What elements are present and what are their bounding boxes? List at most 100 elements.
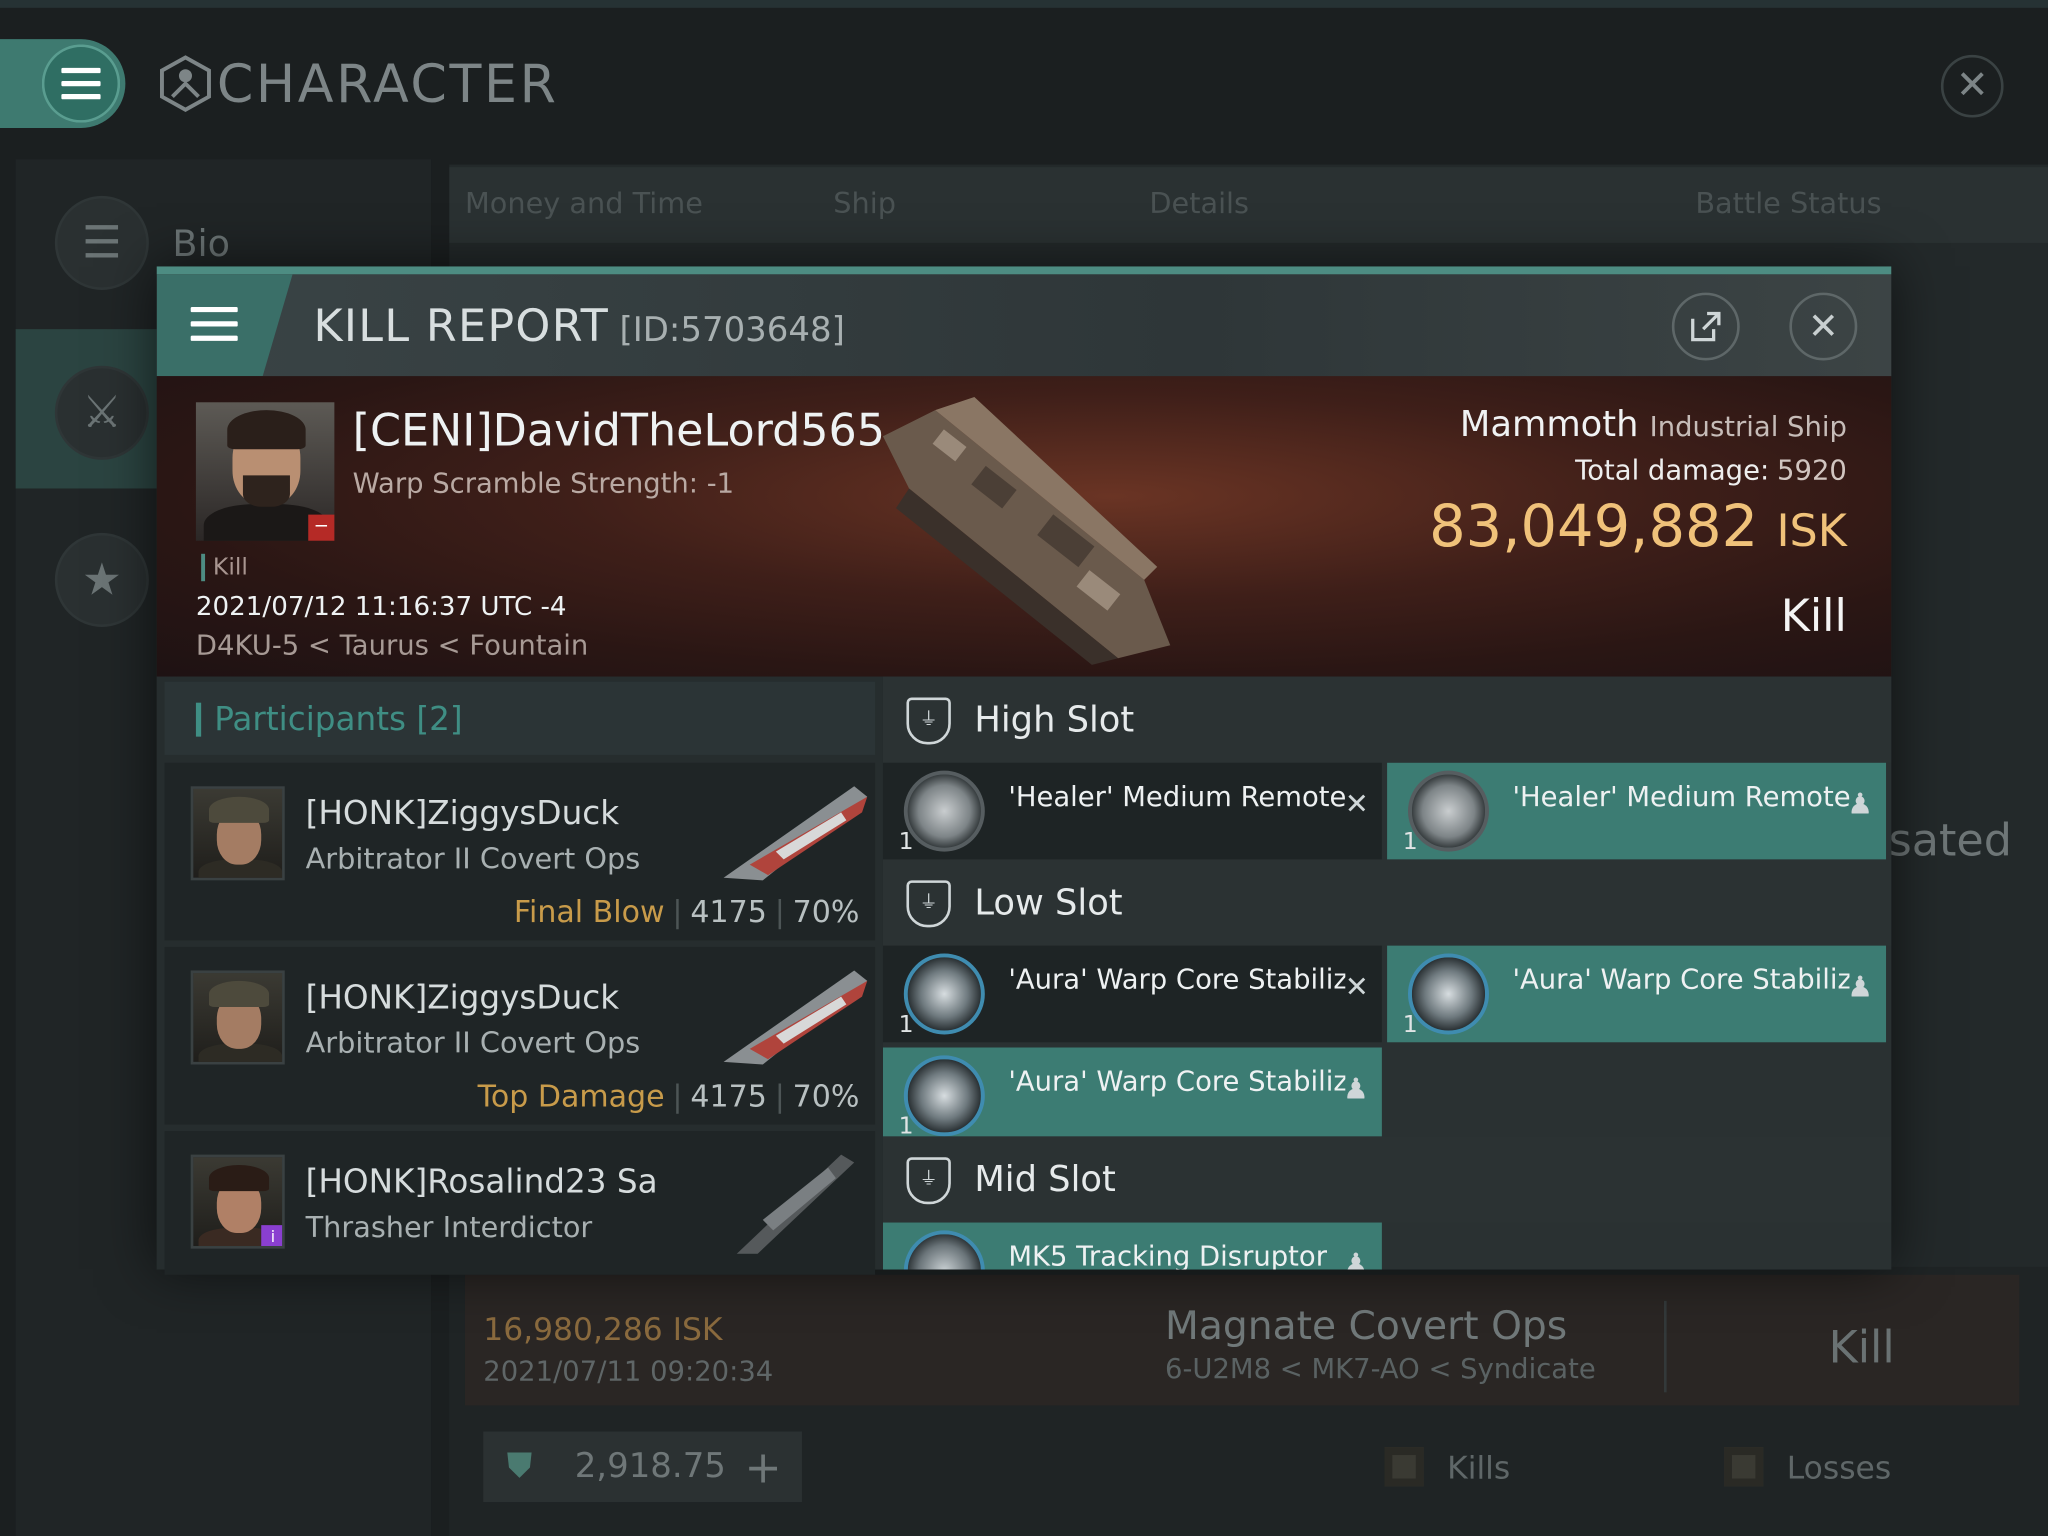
list-icon: ☰ — [54, 195, 149, 290]
add-button[interactable]: + — [744, 1442, 781, 1494]
participant-ship: Thrasher Interdictor — [305, 1212, 593, 1245]
page-title: CHARACTER — [216, 54, 559, 115]
high-slot-header: ⏚ High Slot — [882, 676, 1892, 763]
participants-count: [2] — [416, 700, 463, 738]
background-tabs: Money and Time Ship Details Battle Statu… — [449, 167, 2048, 243]
participant-damage: 4175 — [690, 1080, 767, 1115]
participants-panel: Participants [2] [HONK]ZiggysDuck Arbitr… — [156, 676, 883, 1275]
close-icon: ✕ — [1808, 304, 1839, 348]
module-item[interactable]: 1 'Aura' Warp Core Stabilizer ♟ — [882, 1047, 1382, 1145]
row-location: 6-U2M8 < MK7-AO < Syndicate — [1165, 1353, 1596, 1385]
top-edge — [0, 0, 2048, 8]
divider — [1663, 1300, 1667, 1393]
shield-module-icon — [1407, 770, 1489, 852]
destroyed-icon: ✕ — [1344, 788, 1369, 822]
participant-ship: Arbitrator II Covert Ops — [305, 1027, 641, 1061]
mid-slot-header: ⏚ Mid Slot — [882, 1136, 1892, 1223]
victim-name[interactable]: [CENI]DavidTheLord565 — [353, 405, 885, 457]
avatar: i — [190, 1154, 285, 1249]
participant-row[interactable]: [HONK]ZiggysDuck Arbitrator II Covert Op… — [164, 762, 876, 941]
tab-battle-status[interactable]: Battle Status — [1695, 188, 1881, 221]
dialog-title: KILL REPORT [ID:5703648] — [313, 300, 844, 352]
module-name: 'Aura' Warp Core Stabilizer — [1008, 963, 1346, 996]
participant-row[interactable]: [HONK]ZiggysDuck Arbitrator II Covert Op… — [164, 946, 876, 1125]
tracking-disruptor-icon — [903, 1230, 985, 1270]
slot-label: Low Slot — [974, 882, 1123, 924]
shield-module-icon — [903, 770, 985, 852]
module-item[interactable]: 1 'Healer' Medium Remote... ♟ — [1387, 762, 1887, 860]
victim-ship[interactable]: Mammoth Industrial Ship — [1460, 405, 1847, 445]
final-blow-label: Final Blow — [513, 895, 665, 930]
module-name: 'Healer' Medium Remote... — [1008, 781, 1346, 813]
warp-scramble-strength: Warp Scramble Strength: -1 — [352, 467, 735, 499]
participant-damage: 4175 — [690, 895, 767, 930]
tab-money-and-time[interactable]: Money and Time — [465, 188, 703, 221]
info-badge-icon: i — [261, 1225, 283, 1247]
kill-report-dialog: KILL REPORT [ID:5703648] ✕ − [CENI]DavidT… — [156, 266, 1892, 1275]
ship-icon — [723, 970, 868, 1065]
isk-amount: 83,049,882 — [1429, 493, 1759, 561]
module-item[interactable]: 1 'Aura' Warp Core Stabilizer ♟ — [1387, 945, 1887, 1043]
slot-icon: ⏚ — [906, 1157, 951, 1205]
victim-banner: − [CENI]DavidTheLord565 Warp Scramble St… — [156, 376, 1892, 677]
participant-stats: Top Damage | 4175 | 70% — [477, 1080, 860, 1115]
module-quantity: 1 — [898, 1010, 914, 1039]
losses-legend[interactable]: Losses — [1787, 1450, 1891, 1487]
share-button[interactable] — [1671, 292, 1740, 361]
dropped-person-icon: ♟ — [1847, 971, 1873, 1005]
participant-percent: 70% — [792, 895, 860, 930]
ship-class: Industrial Ship — [1649, 411, 1847, 443]
slot-icon: ⏚ — [906, 697, 951, 745]
tab-details[interactable]: Details — [1149, 188, 1249, 221]
report-type: Kill — [1780, 590, 1847, 643]
top-damage-label: Top Damage — [477, 1080, 665, 1115]
dialog-header: KILL REPORT [ID:5703648] ✕ — [156, 266, 1892, 377]
module-quantity: 1 — [1402, 828, 1418, 856]
participants-label: Participants — [214, 700, 407, 738]
slot-label: Mid Slot — [974, 1159, 1116, 1201]
hamburger-icon — [61, 67, 101, 100]
avatar — [190, 970, 285, 1065]
participant-name: [HONK]ZiggysDuck — [305, 794, 620, 832]
dropped-person-icon: ♟ — [1343, 1248, 1369, 1270]
module-item[interactable]: MK5 Tracking Disruptor ♟ — [882, 1222, 1382, 1270]
participant-ship: Arbitrator II Covert Ops — [305, 843, 641, 877]
crossed-swords-icon: ⚔ — [54, 365, 149, 460]
dropped-person-icon: ♟ — [1343, 1073, 1369, 1107]
participant-stats: Final Blow | 4175 | 70% — [513, 895, 860, 930]
fitting-panel: ⏚ High Slot 1 'Healer' Medium Remote... … — [882, 676, 1892, 1270]
row-ship: Magnate Covert Ops — [1165, 1303, 1568, 1350]
ship-icon — [736, 1154, 855, 1254]
participant-percent: 70% — [792, 1080, 860, 1115]
module-quantity: 1 — [1402, 1010, 1418, 1039]
dropped-person-icon: ♟ — [1847, 788, 1873, 822]
total-damage-label: Total damage: — [1575, 454, 1770, 486]
kill-location[interactable]: D4KU-5 < Taurus < Fountain — [196, 630, 588, 661]
warp-core-module-icon — [903, 1055, 985, 1137]
dialog-menu-button[interactable] — [156, 274, 293, 377]
participant-name: [HONK]Rosalind23 Sa — [305, 1162, 658, 1201]
ship-icon — [723, 786, 868, 881]
destroyed-icon: ✕ — [1344, 971, 1369, 1005]
warp-core-module-icon — [903, 953, 985, 1035]
sidebar-item-label: Bio — [172, 222, 231, 266]
module-item[interactable]: 1 'Aura' Warp Core Stabilizer ✕ — [882, 945, 1382, 1043]
corp-badge-icon: − — [308, 514, 335, 541]
row-isk: 16,980,286 ISK — [483, 1311, 723, 1348]
isk-unit: ISK — [1776, 505, 1847, 558]
participant-name: [HONK]ZiggysDuck — [305, 978, 620, 1017]
total-damage-value: 5920 — [1777, 454, 1847, 486]
kills-legend[interactable]: Kills — [1447, 1450, 1510, 1487]
row-date: 2021/07/11 09:20:34 — [483, 1355, 774, 1388]
isk-value: 83,049,882 ISK — [1429, 494, 1847, 561]
character-icon — [159, 55, 211, 112]
close-window-button[interactable]: ✕ — [1940, 54, 2004, 118]
participant-row[interactable]: i [HONK]Rosalind23 Sa Thrasher Interdict… — [164, 1131, 876, 1275]
kill-id: [ID:5703648] — [619, 310, 845, 351]
module-item[interactable]: 1 'Healer' Medium Remote... ✕ — [882, 762, 1382, 860]
slot-label: High Slot — [974, 700, 1135, 741]
close-dialog-button[interactable]: ✕ — [1789, 292, 1858, 361]
main-menu-button[interactable] — [0, 39, 126, 128]
tab-ship[interactable]: Ship — [833, 188, 896, 221]
slot-icon: ⏚ — [906, 880, 951, 928]
